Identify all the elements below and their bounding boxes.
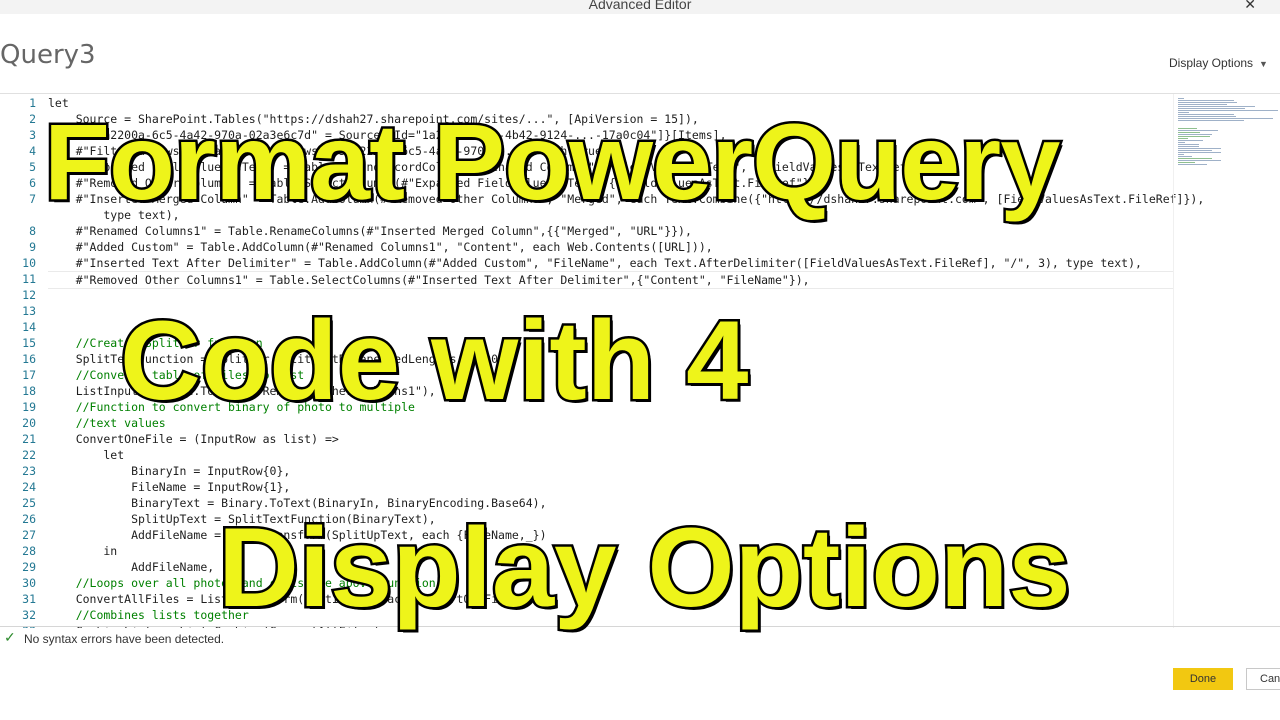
minimap-line [1178,156,1193,157]
minimap-line [1178,136,1210,137]
done-button[interactable]: Done [1173,668,1233,690]
line-number: 15 [22,336,36,350]
display-options-dropdown[interactable]: Display Options ▼ [1169,56,1268,70]
line-number: 1 [29,96,36,110]
code-line[interactable]: let [48,447,124,463]
minimap-line [1178,160,1222,161]
minimap-line [1178,162,1196,163]
line-number: 30 [22,576,36,590]
line-number: 20 [22,416,36,430]
line-number: 12 [22,288,36,302]
overlay-title-line-3: Display Options [216,505,1074,630]
line-number: 24 [22,480,36,494]
minimap-line [1178,100,1235,101]
chevron-down-icon: ▼ [1259,59,1268,69]
minimap-line [1178,164,1208,165]
line-number: 31 [22,592,36,606]
minimap-line [1178,150,1212,151]
code-line[interactable]: #"Removed Other Columns1" = Table.Select… [48,271,1173,289]
overlay-title-line-1: Format PowerQuery [41,101,1062,222]
line-number: 14 [22,320,36,334]
line-number: 7 [29,192,36,206]
line-number: 28 [22,544,36,558]
line-number: 19 [22,400,36,414]
close-icon[interactable]: ✕ [1244,0,1256,13]
line-number: 26 [22,512,36,526]
line-number: 25 [22,496,36,510]
minimap-line [1178,102,1237,103]
line-number: 6 [29,176,36,190]
code-line[interactable]: #"Inserted Text After Delimiter" = Table… [48,255,1142,271]
minimap-line [1178,114,1234,115]
line-number: 10 [22,256,36,270]
minimap-line [1178,110,1278,111]
line-number: 23 [22,464,36,478]
minimap[interactable] [1173,94,1280,628]
line-number: 29 [22,560,36,574]
minimap-line [1178,152,1222,153]
line-number-gutter: 1 2 3 4 5 6 7 8 9 10 11 12 13 14 15 16 17 18 19 20 21 22 23 24 2… [0,94,40,628]
code-line[interactable] [48,319,76,335]
minimap-line [1178,108,1246,109]
line-number: 9 [29,240,36,254]
code-line[interactable]: FileName = InputRow{1}, [48,479,290,495]
code-line[interactable]: BinaryIn = InputRow{0}, [48,463,290,479]
line-number: 16 [22,352,36,366]
minimap-line [1178,132,1201,133]
line-number: 32 [22,608,36,622]
line-number: 17 [22,368,36,382]
window-titlebar: Advanced Editor ✕ [0,0,1280,14]
minimap-line [1178,120,1244,121]
minimap-line [1178,104,1228,105]
code-line[interactable]: in [48,543,117,559]
line-number: 3 [29,128,36,142]
checkmark-icon: ✓ [4,629,16,645]
line-number: 8 [29,224,36,238]
minimap-line [1178,158,1212,159]
code-line[interactable]: #"Renamed Columns1" = Table.RenameColumn… [48,223,692,239]
minimap-line [1178,148,1222,149]
cancel-button[interactable]: Cancel [1246,668,1280,690]
syntax-status-message: No syntax errors have been detected. [24,632,225,646]
minimap-line [1178,140,1204,141]
line-number: 21 [22,432,36,446]
display-options-label: Display Options [1169,56,1254,70]
line-number: 2 [29,112,36,126]
minimap-line [1178,134,1212,135]
minimap-line [1178,128,1197,129]
minimap-line [1178,98,1184,99]
minimap-line [1178,144,1199,145]
code-line[interactable]: #"Added Custom" = Table.AddColumn(#"Rena… [48,239,713,255]
minimap-line [1178,106,1255,107]
minimap-line [1178,138,1189,139]
minimap-line [1178,112,1190,113]
code-line[interactable]: AddFileName, [48,559,214,575]
line-number: 5 [29,160,36,174]
code-line[interactable]: ConvertOneFile = (InputRow as list) => [48,431,339,447]
minimap-line [1178,118,1273,119]
line-number: 27 [22,528,36,542]
query-name: Query3 [0,40,96,70]
minimap-line [1178,154,1184,155]
line-number: 13 [22,304,36,318]
minimap-line [1178,146,1199,147]
minimap-line [1178,116,1236,117]
minimap-line [1178,142,1185,143]
line-number: 22 [22,448,36,462]
line-number: 11 [22,272,36,286]
line-number: 4 [29,144,36,158]
overlay-title-line-2: Code with 4 [117,298,750,423]
window-title: Advanced Editor [588,0,692,12]
line-number: 18 [22,384,36,398]
minimap-line [1178,130,1219,131]
